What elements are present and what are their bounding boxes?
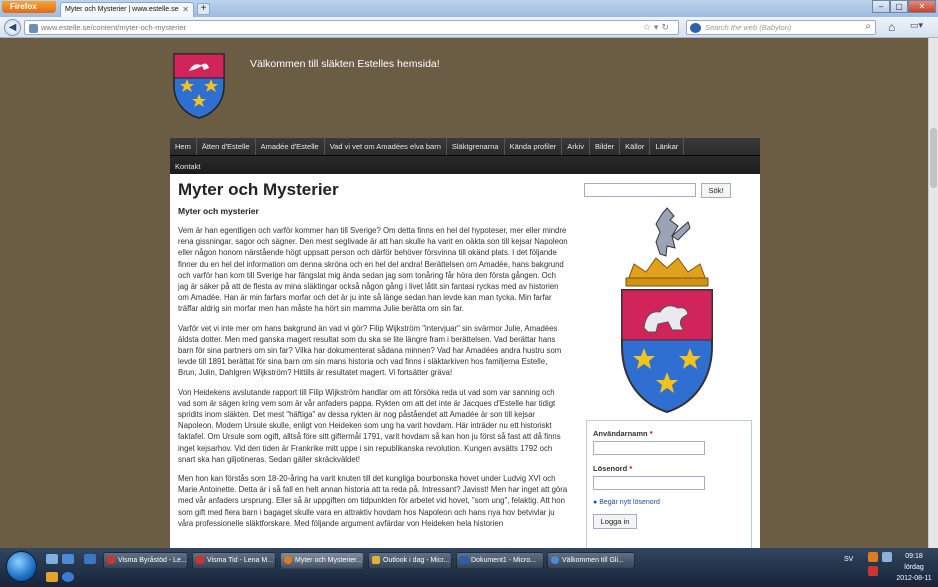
family-coat-of-arms-image [621, 207, 713, 414]
password-label: Lösenord * [593, 464, 633, 473]
vertical-scrollbar[interactable] [928, 38, 938, 548]
site-identity-icon[interactable] [29, 24, 38, 33]
menu-item-slaktgrenarna[interactable]: Släktgrenarna [447, 138, 505, 155]
main-menu: Hem Ätten d'Estelle Amadée d'Estelle Vad… [170, 138, 760, 174]
site-search-input[interactable] [584, 183, 696, 197]
site-title: Välkommen till släkten Estelles hemsida! [250, 58, 440, 70]
menu-row-2: Kontakt [170, 156, 760, 174]
article-paragraph: Vem är han egentligen och varför kommer … [178, 226, 568, 314]
search-icon[interactable]: ⌕ [865, 21, 871, 32]
taskbar-item[interactable]: Dokument1 - Micro... [456, 552, 544, 569]
volume-icon[interactable] [882, 552, 892, 562]
menu-item-lankar[interactable]: Länkar [650, 138, 685, 155]
window-controls: – ▢ ✕ [872, 0, 936, 14]
tray-icon[interactable] [868, 566, 878, 576]
firefox-menu-button[interactable]: Firefox [2, 1, 56, 13]
scrollbar-thumb[interactable] [930, 128, 937, 188]
maximize-icon[interactable]: ▢ [890, 0, 908, 13]
menu-item-kanda-profiler[interactable]: Kända profiler [505, 138, 563, 155]
web-page: Välkommen till släkten Estelles hemsida!… [0, 38, 928, 548]
site-search-button[interactable]: Sök! [701, 183, 731, 198]
clock-day: lördag [904, 564, 924, 571]
internet-explorer-icon[interactable] [62, 572, 74, 582]
windows-taskbar: Visma Byråstöd - Le... Visma Tid - Lena … [0, 548, 938, 587]
login-form: Användarnamn * Lösenord * ● Begär nytt l… [586, 420, 752, 548]
tray-icon[interactable] [868, 552, 878, 562]
menu-item-bilder[interactable]: Bilder [590, 138, 621, 155]
bookmark-star-icon[interactable]: ☆▾↻ [643, 22, 672, 33]
quicklaunch-icon[interactable] [62, 554, 74, 564]
login-button[interactable]: Logga in [593, 514, 637, 529]
article-paragraph: Men hon kan förstås som 18-20-åring ha v… [178, 474, 568, 528]
browser-tab-bar: Firefox Myter och Mysterier | www.estell… [0, 0, 938, 17]
menu-row-1: Hem Ätten d'Estelle Amadée d'Estelle Vad… [170, 138, 760, 156]
page-body: Myter och Mysterier Myter och mysterier … [170, 174, 760, 548]
forgot-password-link[interactable]: ● Begär nytt lösenord [593, 499, 745, 506]
web-search-input[interactable]: Search the web (Babylon) ⌕ [686, 20, 876, 35]
username-label: Användarnamn * [593, 429, 653, 438]
article-subheading: Myter och mysterier [178, 206, 259, 216]
article-paragraph: Von Heidekens avslutande rapport till Fi… [178, 387, 561, 464]
taskbar-item[interactable]: Visma Byråstöd - Le... [103, 552, 188, 569]
taskbar-item[interactable]: Välkommen till Gli... [547, 552, 635, 569]
page-title: Myter och Mysterier [178, 180, 339, 199]
url-input[interactable]: www.estelle.se/content/myter-och-mysteri… [24, 20, 679, 35]
menu-item-atten[interactable]: Ätten d'Estelle [197, 138, 256, 155]
page-menu-icon[interactable]: ▭▾ [910, 20, 923, 31]
site-crest-logo[interactable] [171, 52, 227, 119]
article: Myter och Mysterier Myter och mysterier … [178, 180, 568, 537]
article-paragraph: Varför vet vi inte mer om hans bakgrund … [178, 323, 562, 378]
tab-current[interactable]: Myter och Mysterier | www.estelle.se ✕ [60, 2, 194, 17]
clock-date: 2012-08-11 [896, 575, 932, 582]
taskbar-item[interactable]: Outlook i dag - Micr... [368, 552, 452, 569]
home-icon[interactable]: ⌂ [888, 20, 895, 34]
menu-item-amadee[interactable]: Amadée d'Estelle [256, 138, 325, 155]
minimize-icon[interactable]: – [872, 0, 890, 13]
babylon-logo-icon[interactable] [690, 23, 701, 33]
username-field[interactable] [593, 441, 705, 455]
clock-time: 09:18 [905, 553, 923, 560]
tab-title: Myter och Mysterier | www.estelle.se [65, 6, 179, 13]
taskbar-item[interactable]: Myter och Mysterier... [280, 552, 364, 569]
new-tab-button[interactable]: + [197, 3, 210, 15]
quicklaunch-icon[interactable] [46, 572, 58, 582]
password-field[interactable] [593, 476, 705, 490]
menu-item-kontakt[interactable]: Kontakt [170, 162, 205, 171]
start-button[interactable] [6, 551, 37, 582]
menu-item-arkiv[interactable]: Arkiv [562, 138, 590, 155]
menu-item-hem[interactable]: Hem [170, 138, 197, 155]
language-indicator[interactable]: SV [844, 556, 853, 563]
close-tab-icon[interactable]: ✕ [182, 3, 189, 16]
menu-item-kallor[interactable]: Källor [620, 138, 651, 155]
back-icon[interactable]: ◀ [4, 19, 21, 36]
system-clock[interactable]: 09:18 lördag 2012-08-11 [894, 551, 934, 584]
quicklaunch-icon[interactable] [84, 554, 96, 564]
show-desktop-icon[interactable] [46, 554, 58, 564]
url-text: www.estelle.se/content/myter-och-mysteri… [41, 23, 187, 32]
browser-nav-bar: ◀ www.estelle.se/content/myter-och-myste… [0, 17, 938, 38]
taskbar-item[interactable]: Visma Tid - Lena M... [192, 552, 276, 569]
close-window-icon[interactable]: ✕ [908, 0, 936, 13]
menu-item-elva-barn[interactable]: Vad vi vet om Amadées elva barn [325, 138, 447, 155]
search-placeholder: Search the web (Babylon) [705, 23, 792, 32]
